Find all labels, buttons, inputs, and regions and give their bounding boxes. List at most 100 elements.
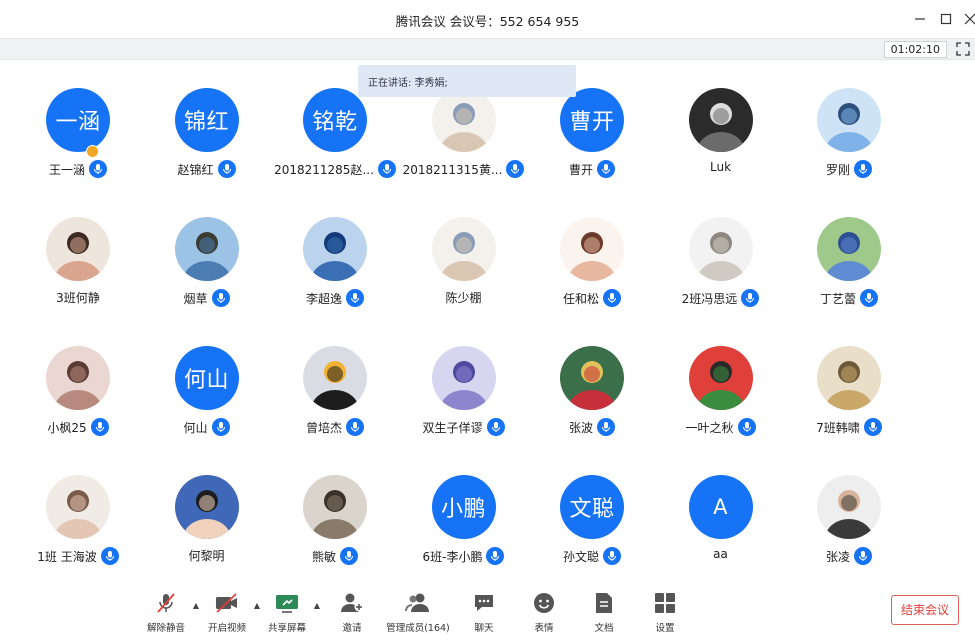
participant-tile[interactable]: 2班冯思远 xyxy=(657,217,785,327)
participant-name-row: 3班何静 xyxy=(14,289,142,306)
start-video-button[interactable]: 开启视频 xyxy=(197,590,257,638)
participant-tile[interactable]: 丁艺蕾 xyxy=(785,217,913,327)
participant-name-row: 曹开 xyxy=(528,160,656,178)
chat-button[interactable]: 聊天 xyxy=(454,590,514,638)
participant-name-row: 曾培杰 xyxy=(271,418,399,436)
participant-avatar-stitch-cartoon xyxy=(817,217,881,281)
participant-name-row: 罗刚 xyxy=(785,160,913,178)
participant-tile[interactable]: 张凌 xyxy=(785,475,913,585)
participant-tile[interactable]: 烟草 xyxy=(143,217,271,327)
meeting-timer: 01:02:10 xyxy=(883,41,947,58)
participant-name-row: 小枫25 xyxy=(14,418,142,436)
participant-name: 烟草 xyxy=(183,291,208,306)
participant-tile[interactable]: 任和松 xyxy=(528,217,656,327)
participant-name: 丁艺蕾 xyxy=(819,291,856,306)
participant-name: 何山 xyxy=(183,420,208,435)
participant-tile[interactable]: 一叶之秋 xyxy=(657,346,785,456)
participant-tile[interactable]: 小枫25 xyxy=(14,346,142,456)
participant-name-row: aa xyxy=(657,547,785,561)
participant-tile[interactable]: 李超逸 xyxy=(271,217,399,327)
docs-button[interactable]: 文档 xyxy=(574,590,634,638)
unmute-label: 解除静音 xyxy=(146,623,185,634)
participant-tile[interactable]: 一涵 王一涵 xyxy=(14,88,142,198)
participant-name-row: 任和松 xyxy=(528,289,656,307)
window-title: 腾讯会议 会议号：552 654 955 xyxy=(395,14,580,29)
participant-name-row: 7班韩啸 xyxy=(785,418,913,436)
participant-tile[interactable]: 7班韩啸 xyxy=(785,346,913,456)
mic-icon xyxy=(597,418,615,436)
mic-icon xyxy=(737,418,756,436)
close-icon[interactable] xyxy=(959,8,975,30)
participant-tile[interactable]: 陈少棚 xyxy=(400,217,528,327)
mic-icon xyxy=(860,289,878,307)
chat-label: 聊天 xyxy=(474,623,494,634)
document-icon xyxy=(590,590,618,616)
participant-name-row: 6班-李小鹏 xyxy=(400,547,528,565)
fullscreen-icon[interactable] xyxy=(955,41,971,57)
participant-name-row: 2018211285赵... xyxy=(271,160,399,178)
minimize-icon[interactable] xyxy=(909,8,931,30)
mic-icon xyxy=(603,289,621,307)
participant-name: Luk xyxy=(709,160,732,174)
participant-avatar-dark-silhouette-photo xyxy=(688,88,753,152)
end-meeting-button[interactable]: 结束会议 xyxy=(891,595,959,625)
participant-tile[interactable]: 熊敏 xyxy=(271,475,399,585)
participant-name: 2018211285赵... xyxy=(274,162,374,177)
mic-icon xyxy=(211,289,230,307)
participant-avatar-cartoon-boy-glasses xyxy=(174,475,239,539)
manage-members-button[interactable]: 管理成员(164) xyxy=(386,590,450,638)
smile-icon xyxy=(530,590,558,616)
members-icon xyxy=(404,590,432,616)
participant-name: aa xyxy=(713,547,728,561)
participant-tile[interactable]: 何黎明 xyxy=(143,475,271,585)
participant-name: 一叶之秋 xyxy=(685,420,734,435)
grid-settings-icon xyxy=(651,590,679,616)
participant-name-row: 双生子佯谬 xyxy=(400,418,528,436)
participant-name-row: 烟草 xyxy=(143,289,271,307)
participant-tile[interactable]: 双生子佯谬 xyxy=(400,346,528,456)
participant-name-row: 张凌 xyxy=(785,547,913,565)
camera-off-icon xyxy=(213,590,241,616)
participant-name: 1班 王海波 xyxy=(37,549,97,564)
participant-tile[interactable]: 曾培杰 xyxy=(271,346,399,456)
invite-button[interactable]: 邀请 xyxy=(322,590,382,638)
participant-tile[interactable]: 文聪 孙文聪 xyxy=(528,475,656,585)
settings-button[interactable]: 设置 xyxy=(635,590,695,638)
participant-tile[interactable]: 何山 何山 xyxy=(143,346,271,456)
participant-tile[interactable]: Luk xyxy=(657,88,785,198)
participant-tile[interactable]: 锦红 赵锦红 xyxy=(143,88,271,198)
mic-icon xyxy=(377,160,396,178)
emoji-button[interactable]: 表情 xyxy=(514,590,574,638)
participant-tile[interactable]: 罗刚 xyxy=(785,88,913,198)
participant-tile[interactable]: 张波 xyxy=(528,346,656,456)
participant-name: 2班冯思远 xyxy=(681,291,738,306)
participant-avatar-man-suit-photo xyxy=(817,475,881,539)
host-badge-icon xyxy=(86,145,99,158)
participant-tile[interactable]: 2018211315黄... xyxy=(400,88,528,198)
share-screen-button[interactable]: 共享屏幕 xyxy=(257,590,317,638)
participant-name-row: 李超逸 xyxy=(271,289,399,307)
mic-icon xyxy=(217,160,236,178)
participant-avatar-anime-purple-photo xyxy=(431,346,496,410)
share-options-icon[interactable]: ▲ xyxy=(312,601,322,610)
participant-name-row: 2018211315黄... xyxy=(400,160,528,178)
add-person-icon xyxy=(338,590,366,616)
participant-tile[interactable]: 3班何静 xyxy=(14,217,142,327)
participant-tile[interactable]: 1班 王海波 xyxy=(14,475,142,585)
participant-name-row: 2班冯思远 xyxy=(657,289,785,307)
maximize-icon[interactable] xyxy=(935,8,957,30)
participant-tile[interactable]: 小鹏 6班-李小鹏 xyxy=(400,475,528,585)
invite-label: 邀请 xyxy=(342,623,362,634)
participant-avatar-bicycle-lake-photo xyxy=(174,217,239,281)
participant-tile[interactable]: 铭乾 2018211285赵... xyxy=(271,88,399,198)
participant-avatar-dog-photo xyxy=(817,346,881,410)
participant-avatar-child-photo xyxy=(46,217,110,281)
participant-name: 孙文聪 xyxy=(562,549,599,564)
unmute-button[interactable]: 解除静音 xyxy=(136,590,196,638)
mic-icon xyxy=(741,289,760,307)
participant-tile[interactable]: 曹开 曹开 xyxy=(528,88,656,198)
mic-icon xyxy=(486,418,505,436)
participant-avatar: 锦红 xyxy=(174,88,239,152)
participant-tile[interactable]: Aaa xyxy=(657,475,785,585)
mic-icon xyxy=(89,160,107,178)
